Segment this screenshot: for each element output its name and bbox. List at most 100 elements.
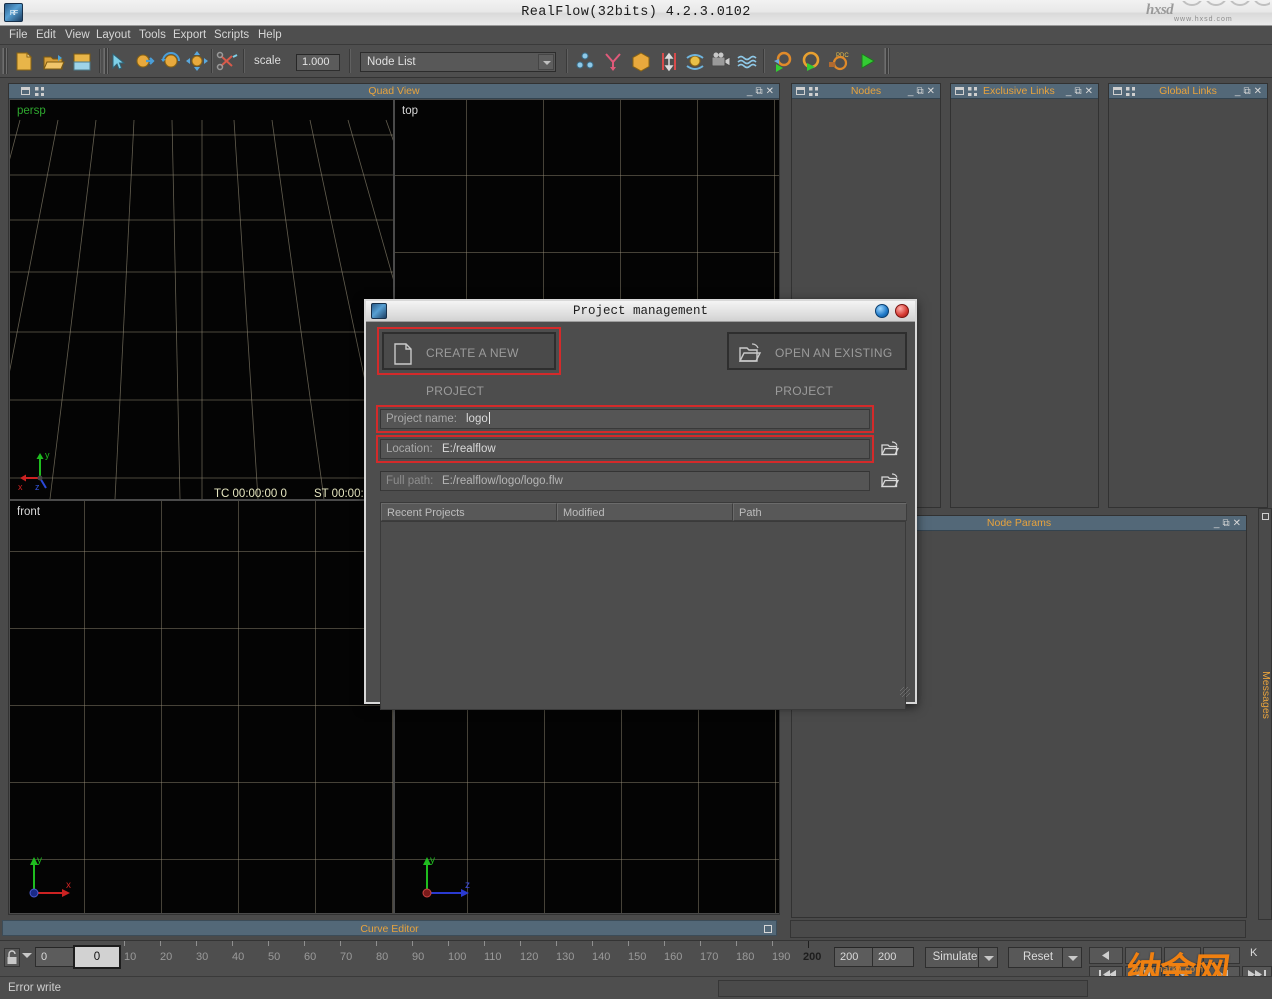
column-recent-projects[interactable]: Recent Projects: [381, 503, 557, 521]
menu-tools[interactable]: Tools: [134, 27, 171, 44]
move-icon[interactable]: [133, 50, 157, 73]
menu-scripts[interactable]: Scripts: [209, 27, 254, 44]
simulate-button[interactable]: Simulate: [925, 947, 985, 968]
curve-editor-titlebar[interactable]: Curve Editor: [2, 920, 777, 936]
close-icon[interactable]: ✕: [926, 86, 937, 97]
play-icon[interactable]: [855, 50, 879, 73]
select-arrow-icon[interactable]: [105, 50, 129, 73]
tick-40: 40: [232, 951, 245, 963]
top-label: top: [402, 105, 418, 117]
object-icon[interactable]: [629, 50, 653, 73]
dialog-minimize-button[interactable]: [875, 304, 889, 318]
menu-view[interactable]: View: [60, 27, 95, 44]
menu-edit[interactable]: Edit: [31, 27, 61, 44]
menu-help[interactable]: Help: [253, 27, 287, 44]
open-existing-project-button[interactable]: OPEN AN EXISTING PROJECT: [727, 332, 907, 398]
recent-projects-rows[interactable]: [381, 521, 905, 709]
transport-slot-3[interactable]: [1203, 947, 1240, 964]
step-back-button[interactable]: [1089, 947, 1123, 964]
panel-restore-icon[interactable]: [1262, 513, 1269, 520]
timeline-end-input-2[interactable]: 200: [872, 947, 914, 967]
maximize-icon[interactable]: ⧉: [1242, 86, 1252, 97]
project-management-dialog[interactable]: Project management CREATE A NEW PROJECT: [364, 299, 917, 710]
browse-folder-icon-location[interactable]: [881, 441, 899, 457]
open-folder-icon: [738, 343, 762, 362]
reset-button[interactable]: Reset: [1008, 947, 1068, 968]
recent-projects-table[interactable]: Recent Projects Modified Path: [380, 502, 907, 710]
close-icon[interactable]: ✕: [1232, 518, 1243, 529]
chevron-down-icon[interactable]: [538, 54, 554, 70]
viewport-persp[interactable]: persp y x z: [10, 100, 393, 499]
rotate-icon[interactable]: [159, 50, 183, 73]
watermark-arcs-icon: [1182, 1, 1270, 6]
full-path-value: E:/realflow/logo/logo.flw: [442, 475, 563, 487]
toolbar-separator-5: [566, 49, 568, 73]
scale-input[interactable]: 1.000: [296, 54, 340, 71]
dialog-close-button[interactable]: [895, 304, 909, 318]
location-value: E:/realflow: [442, 443, 496, 455]
transport-slot-2[interactable]: [1164, 947, 1201, 964]
daemon-icon[interactable]: [683, 50, 707, 73]
toolbar-separator-1: [99, 49, 101, 73]
key-mode-dropdown-icon[interactable]: [22, 953, 32, 958]
close-icon[interactable]: ✕: [765, 86, 776, 97]
simulate-dropdown-icon[interactable]: [978, 947, 998, 968]
tick-30: 30: [196, 951, 209, 963]
measure-icon[interactable]: [657, 50, 681, 73]
svg-text:x: x: [66, 880, 71, 891]
tick-80: 80: [376, 951, 389, 963]
nodes-window-buttons[interactable]: _ ⧉ ✕: [907, 84, 937, 99]
tick-200: 200: [803, 951, 822, 963]
close-icon[interactable]: ✕: [1084, 86, 1095, 97]
pdc-icon[interactable]: PDC: [827, 50, 851, 73]
browse-folder-icon-fullpath[interactable]: [881, 473, 899, 489]
menu-layout[interactable]: Layout: [91, 27, 136, 44]
node-params-window-buttons[interactable]: _ ⧉ ✕: [1213, 516, 1243, 531]
particles-icon[interactable]: [573, 50, 597, 73]
maximize-icon[interactable]: ⧉: [915, 86, 925, 97]
global-links-body[interactable]: [1109, 99, 1267, 507]
tick-20: 20: [160, 951, 173, 963]
reset-dropdown-icon[interactable]: [1062, 947, 1082, 968]
open-folder-icon[interactable]: [41, 50, 65, 73]
simulate-mesh-icon[interactable]: [771, 50, 795, 73]
panel-layout-grid-icon[interactable]: [968, 87, 977, 96]
maximize-icon[interactable]: ⧉: [754, 86, 764, 97]
maximize-icon[interactable]: ⧉: [1221, 518, 1231, 529]
branch-icon[interactable]: [601, 50, 625, 73]
transport-slot-1[interactable]: [1125, 947, 1162, 964]
close-icon[interactable]: ✕: [1253, 86, 1264, 97]
viewport-front[interactable]: front y x: [10, 501, 393, 913]
scale-icon[interactable]: [185, 50, 209, 73]
mesh-wave-icon[interactable]: [735, 50, 759, 73]
quad-view-window-buttons[interactable]: _ ⧉ ✕: [746, 84, 776, 99]
save-icon[interactable]: [70, 50, 94, 73]
dialog-resize-grip[interactable]: [900, 687, 910, 697]
maximize-icon[interactable]: ⧉: [1073, 86, 1083, 97]
global-links-titlebar: Global Links _ ⧉ ✕: [1109, 84, 1267, 99]
project-name-row[interactable]: Project name: logo: [380, 409, 870, 429]
dialog-titlebar[interactable]: Project management: [366, 301, 915, 322]
global-links-window-buttons[interactable]: _ ⧉ ✕: [1234, 84, 1264, 99]
create-new-project-button[interactable]: CREATE A NEW PROJECT: [382, 332, 556, 398]
left-axis-gizmo: y z: [422, 855, 470, 898]
menu-export[interactable]: Export: [168, 27, 211, 44]
toolbar-grip-3[interactable]: [884, 48, 890, 74]
node-list-dropdown[interactable]: Node List: [360, 52, 556, 72]
exclusive-links-window-buttons[interactable]: _ ⧉ ✕: [1065, 84, 1095, 99]
exclusive-links-body[interactable]: [951, 99, 1098, 507]
cut-icon[interactable]: [216, 50, 240, 73]
camera-icon[interactable]: [709, 50, 733, 73]
simulate-icon[interactable]: [799, 50, 823, 73]
messages-panel-collapsed[interactable]: Messages: [1258, 508, 1272, 920]
current-frame-input[interactable]: 0: [73, 945, 121, 969]
maximize-icon[interactable]: [764, 925, 772, 933]
timeline-end-input-1[interactable]: 200: [834, 947, 876, 967]
column-path[interactable]: Path: [733, 503, 907, 521]
panel-restore-icon[interactable]: [955, 87, 964, 95]
location-row[interactable]: Location: E:/realflow: [380, 439, 870, 459]
new-file-icon[interactable]: [12, 50, 36, 73]
toolbar-grip-1[interactable]: [2, 48, 8, 74]
column-modified[interactable]: Modified: [557, 503, 733, 521]
lock-key-icon[interactable]: [4, 948, 20, 967]
